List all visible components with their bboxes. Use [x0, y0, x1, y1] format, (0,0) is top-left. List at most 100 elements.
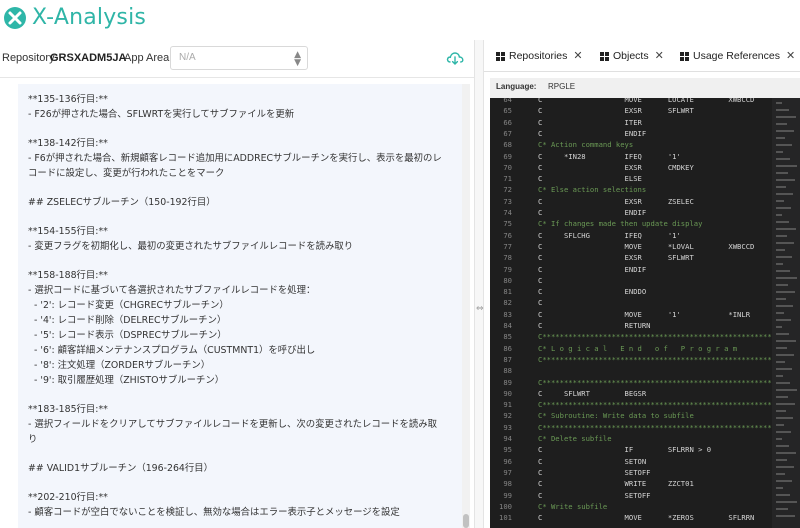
- document-line: **135-136行目:**: [28, 94, 108, 105]
- line-number: 72: [503, 185, 512, 195]
- list-item: - '9': 取引履歴処理（ZHISTOサブルーチン）: [34, 375, 225, 386]
- document-line: ## ZSELECサブルーチン（150-192行目）: [28, 197, 216, 208]
- code-line: 77 C MOVE *LOVAL XWBCCD: [490, 241, 800, 252]
- document-line: り: [28, 434, 38, 445]
- code-line: 72 C* Else action selections: [490, 184, 800, 195]
- code-line: 96 C SETON: [490, 456, 800, 467]
- line-number: 95: [503, 445, 512, 455]
- minimap-line: [776, 487, 783, 489]
- code-text: C* Else action selections: [538, 185, 647, 195]
- minimap-line: [776, 347, 787, 349]
- document-line: ## VALID1サブルーチン（196-264行目）: [28, 463, 214, 474]
- code-text: C MOVE *ZEROS SFLRRN: [538, 513, 755, 523]
- document-line: - F26が押された場合、SFLWRTを実行してサブファイルを更新: [28, 109, 295, 120]
- splitter-grip-icon: ⇔: [476, 304, 484, 314]
- code-minimap[interactable]: [772, 98, 800, 528]
- minimap-line: [776, 375, 783, 377]
- line-number: 80: [503, 275, 512, 285]
- code-text: C* If changes made then update display: [538, 219, 703, 229]
- grid-icon: [600, 51, 609, 61]
- code-line: 86 C* L o g i c a l E n d o f P r o g r a…: [490, 343, 800, 354]
- tab-objects[interactable]: Objects ✕: [600, 40, 664, 72]
- code-text: C SETON: [538, 456, 647, 466]
- close-icon[interactable]: ✕: [655, 50, 664, 62]
- app-title: X-Analysis: [32, 5, 147, 30]
- minimap-line: [776, 515, 795, 517]
- minimap-line: [776, 242, 794, 244]
- minimap-line: [776, 417, 793, 419]
- line-number: 83: [503, 309, 512, 319]
- minimap-line: [776, 179, 795, 181]
- minimap-line: [776, 396, 788, 398]
- document-line: - 選択コードに基づいて各選択されたサブファイルレコードを処理：: [28, 285, 316, 296]
- minimap-line: [776, 270, 790, 272]
- list-item: - '8': 注文処理（ZORDERサブルーチン）: [34, 360, 211, 371]
- code-line: 84 C RETURN: [490, 320, 800, 331]
- close-icon[interactable]: ✕: [573, 50, 582, 62]
- line-number: 66: [503, 117, 512, 127]
- document-line: **158-188行目:**: [28, 270, 108, 281]
- minimap-line: [776, 102, 782, 104]
- tab-label: Objects: [613, 50, 649, 62]
- code-text: C* Delete subfile: [538, 434, 612, 443]
- list-item: - '6': 顧客詳細メンテナンスプログラム（CUSTMNT1）を呼び出し: [34, 345, 316, 356]
- scrollbar-thumb[interactable]: [463, 514, 469, 528]
- code-text: C ENDIF: [538, 264, 647, 274]
- minimap-line: [776, 200, 784, 202]
- minimap-line: [776, 277, 797, 279]
- code-text: C EXSR SFLWRT: [538, 253, 694, 263]
- close-icon[interactable]: ✕: [786, 50, 795, 62]
- line-number: 101: [499, 513, 512, 523]
- repository-value: GRSXADM5JA: [50, 52, 127, 64]
- line-number: 78: [503, 253, 512, 263]
- code-line: 92 C* Subroutine: Write data to subfile: [490, 410, 800, 421]
- panel-splitter[interactable]: ⇔: [474, 40, 484, 528]
- code-text: C: [538, 275, 543, 285]
- minimap-line: [776, 466, 794, 468]
- code-line: 69 C *IN28 IFEQ '1': [490, 151, 800, 162]
- tab-label: Repositories: [509, 50, 568, 62]
- line-number: 68: [503, 140, 512, 150]
- minimap-line: [776, 459, 787, 461]
- line-number: 82: [503, 298, 512, 308]
- document-scrollbar[interactable]: [462, 84, 470, 528]
- minimap-line: [776, 333, 789, 335]
- language-bar: Language: RPGLE: [490, 78, 800, 98]
- code-line: 87 C*************************************…: [490, 354, 800, 365]
- minimap-line: [776, 438, 782, 440]
- code-text: C* Write subfile: [538, 501, 608, 511]
- code-text: C MOVE LOCATE XWBCCD: [538, 98, 755, 104]
- app-area-value: N/A: [179, 52, 196, 63]
- minimap-line: [776, 473, 785, 475]
- minimap-line: [776, 326, 782, 328]
- code-text: C SETOFF: [538, 490, 651, 500]
- code-text: C***************************************…: [538, 422, 800, 432]
- tab-usage-references[interactable]: Usage References ✕: [680, 40, 795, 72]
- code-line: 65 C EXSR SFLWRT: [490, 105, 800, 116]
- code-line: 75 C* If changes made then update display: [490, 218, 800, 229]
- tab-repositories[interactable]: Repositories ✕: [496, 40, 583, 72]
- code-text: C EXSR SFLWRT: [538, 106, 694, 116]
- code-line: 98 C WRITE ZZCT01: [490, 478, 800, 489]
- code-text: C SETOFF: [538, 467, 651, 477]
- minimap-line: [776, 494, 790, 496]
- code-text: C ENDDO: [538, 287, 647, 297]
- code-line: 93 C*************************************…: [490, 422, 800, 433]
- code-line: 79 C ENDIF: [490, 264, 800, 275]
- code-line: 100 C* Write subfile: [490, 501, 800, 512]
- code-editor[interactable]: 64 C MOVE LOCATE XWBCCD 65 C EXSR SFLWRT 66 C…: [490, 98, 800, 528]
- tab-bar: Repositories ✕ Objects ✕ Usage References ✕: [484, 40, 800, 72]
- app-area-select[interactable]: N/A ▲ ▼: [170, 46, 308, 70]
- code-text: C MOVE '1' *INLR: [538, 309, 751, 319]
- document-line: **138-142行目:**: [28, 138, 108, 149]
- cloud-download-button[interactable]: [446, 50, 464, 66]
- code-text: C ENDIF: [538, 128, 647, 138]
- list-item: - '2': レコード変更（CHGRECサブルーチン）: [34, 300, 229, 311]
- minimap-line: [776, 144, 792, 146]
- minimap-line: [776, 389, 797, 391]
- document-line: **183-185行目:**: [28, 404, 108, 415]
